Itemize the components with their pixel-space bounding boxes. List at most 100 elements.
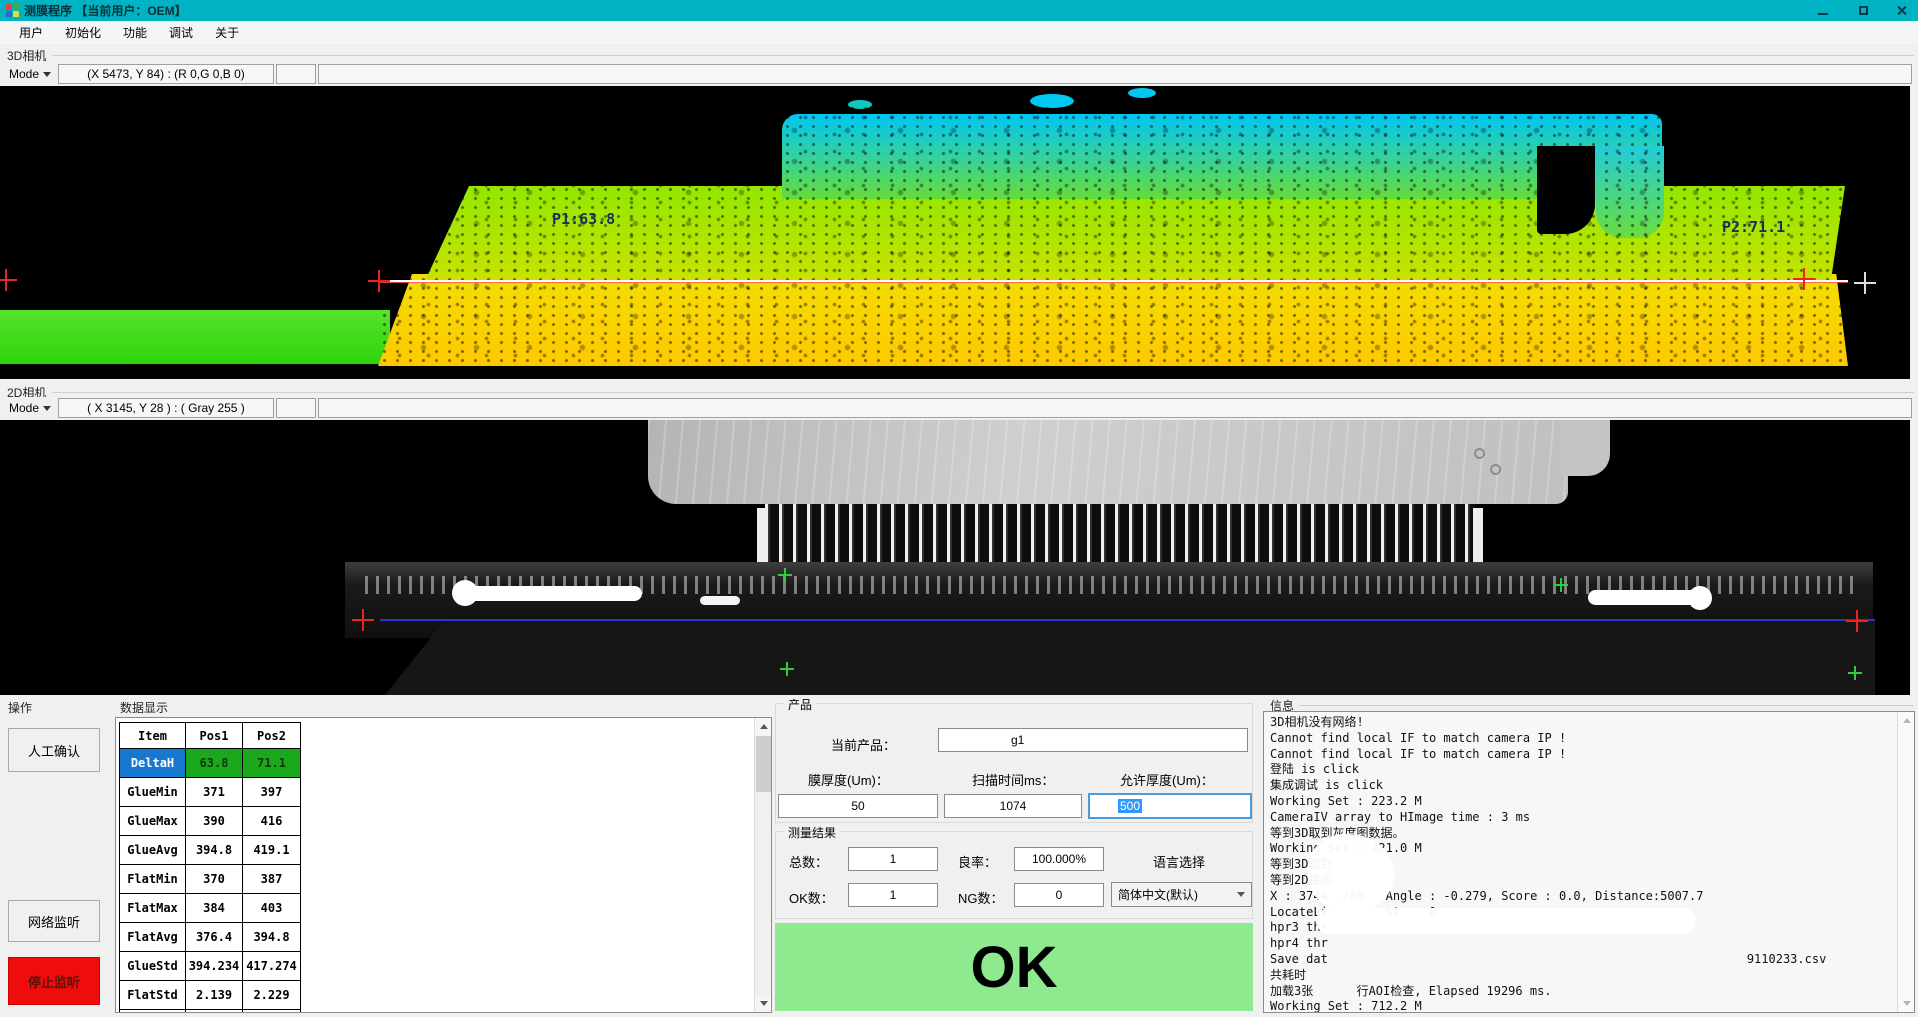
chevron-down-icon bbox=[43, 406, 51, 411]
application-window: 测膜程序 【当前用户：OEM】 用户 初始化 功能 调试 关于 3D相机 Mod… bbox=[0, 0, 1918, 1017]
scan-time-label: 扫描时间ms： bbox=[972, 770, 1054, 789]
green-cross-4 bbox=[1848, 666, 1862, 680]
scroll-up-icon[interactable] bbox=[755, 718, 772, 735]
menu-user[interactable]: 用户 bbox=[8, 21, 54, 44]
scan-time-input[interactable]: 1074 bbox=[944, 794, 1082, 818]
film-thickness-label: 膜厚度(Um)： bbox=[808, 770, 889, 789]
crosshair-2d-right bbox=[1846, 610, 1868, 632]
total-input[interactable]: 1 bbox=[848, 847, 938, 871]
table-header-row: Item Pos1 Pos2 bbox=[120, 723, 300, 749]
connector-end-right bbox=[1473, 508, 1483, 562]
menu-initialize[interactable]: 初始化 bbox=[54, 21, 112, 44]
chevron-down-icon bbox=[1237, 892, 1245, 897]
allow-thickness-label: 允许厚度(Um)： bbox=[1120, 770, 1214, 789]
profile-line bbox=[380, 280, 1848, 282]
pcb-hole-1 bbox=[1474, 448, 1485, 459]
minimize-button[interactable] bbox=[1808, 0, 1838, 21]
measurement-table: Item Pos1 Pos2 DeltaH 63.8 71.1 GlueMin … bbox=[119, 722, 301, 1013]
ok-count-label: OK数： bbox=[789, 888, 834, 907]
cam3d-mode-button[interactable]: Mode bbox=[6, 65, 54, 83]
redaction-smudge bbox=[1316, 908, 1696, 934]
redaction-smudge bbox=[1330, 860, 1390, 875]
ok-count-input[interactable]: 1 bbox=[848, 883, 938, 907]
heightmap-left-strip bbox=[0, 310, 390, 364]
data-display-scrollbar[interactable] bbox=[754, 718, 771, 1012]
bottom-panel: 操作 人工确认 网络监听 停止监听 数据显示 Item Pos1 Pos2 De… bbox=[0, 695, 1918, 1017]
cam2d-viewport[interactable] bbox=[0, 420, 1910, 695]
crosshair-right-edge bbox=[1854, 272, 1876, 294]
fixture-lower-body bbox=[385, 620, 1875, 695]
cam3d-pixel-readout: (X 5473, Y 84) : (R 0,G 0,B 0) bbox=[58, 64, 274, 84]
scroll-down-icon[interactable] bbox=[1898, 995, 1915, 1012]
language-dropdown-value: 简体中文(默认) bbox=[1118, 886, 1198, 903]
green-cross-1 bbox=[778, 568, 792, 582]
table-row[interactable]: FlatAvg 376.4 394.8 bbox=[120, 923, 300, 952]
operation-section-label: 操作 bbox=[8, 699, 32, 716]
info-group-line bbox=[1300, 705, 1914, 706]
pcb-board bbox=[648, 420, 1568, 504]
table-row[interactable]: GlueMax 390 416 bbox=[120, 807, 300, 836]
result-status-banner: OK bbox=[775, 923, 1253, 1011]
stop-listen-button[interactable]: 停止监听 bbox=[8, 957, 100, 1005]
p1-measure-label: P1:63.8 bbox=[552, 210, 615, 228]
product-group-label: 产品 bbox=[784, 696, 816, 713]
maximize-button[interactable] bbox=[1848, 0, 1878, 21]
menu-debug[interactable]: 调试 bbox=[158, 21, 204, 44]
table-row[interactable]: FlatMin 370 387 bbox=[120, 865, 300, 894]
col-pos2: Pos2 bbox=[243, 723, 300, 749]
data-display-list[interactable]: Item Pos1 Pos2 DeltaH 63.8 71.1 GlueMin … bbox=[115, 717, 772, 1013]
results-group: 测量结果 总数： 1 良率： 100.000% 语言选择 OK数： 1 NG数：… bbox=[775, 831, 1253, 919]
minimize-icon bbox=[1818, 13, 1828, 15]
ng-count-input[interactable]: 0 bbox=[1014, 883, 1104, 907]
info-log-scrollbar[interactable] bbox=[1897, 712, 1914, 1012]
table-row[interactable]: GlueAvg 394.8 419.1 bbox=[120, 836, 300, 865]
cam2d-mode-button[interactable]: Mode bbox=[6, 399, 54, 417]
heightmap-noise-overlay bbox=[378, 104, 1848, 364]
green-cross-3 bbox=[780, 662, 794, 676]
data-display-section-label: 数据显示 bbox=[120, 699, 168, 716]
table-row[interactable]: DeltaH 63.8 71.1 bbox=[120, 749, 300, 778]
table-row[interactable]: FlatStd 2.139 2.229 bbox=[120, 981, 300, 1010]
maximize-icon bbox=[1859, 6, 1868, 15]
close-button[interactable] bbox=[1886, 0, 1916, 21]
p2-measure-label: P2:71.1 bbox=[1722, 218, 1785, 236]
scroll-down-icon[interactable] bbox=[755, 995, 772, 1012]
pcb-hole-2 bbox=[1490, 464, 1501, 475]
scroll-up-icon[interactable] bbox=[1898, 712, 1915, 729]
current-product-input[interactable]: g1 bbox=[938, 728, 1248, 752]
glue-blob-small bbox=[700, 596, 740, 605]
app-icon bbox=[6, 4, 19, 17]
menu-bar: 用户 初始化 功能 调试 关于 bbox=[0, 21, 1918, 45]
current-product-label: 当前产品： bbox=[831, 735, 896, 754]
yield-input[interactable]: 100.000% bbox=[1014, 847, 1104, 871]
table-row[interactable]: FlatMax 384 403 bbox=[120, 894, 300, 923]
product-group: 产品 当前产品： g1 膜厚度(Um)： 扫描时间ms： 允许厚度(Um)： 5… bbox=[775, 703, 1253, 823]
cam2d-mode-box-2 bbox=[276, 398, 316, 418]
cam3d-viewport[interactable]: P1:63.8 P2:71.1 bbox=[0, 86, 1910, 379]
allow-thickness-input[interactable]: 500 bbox=[1088, 793, 1252, 819]
info-log[interactable]: 3D相机没有网络! Cannot find local IF to match … bbox=[1263, 711, 1915, 1013]
menu-function[interactable]: 功能 bbox=[112, 21, 158, 44]
network-listen-button[interactable]: 网络监听 bbox=[8, 900, 100, 942]
menu-about[interactable]: 关于 bbox=[204, 21, 250, 44]
language-dropdown[interactable]: 简体中文(默认) bbox=[1111, 882, 1252, 907]
cam3d-mode-box-2 bbox=[276, 64, 316, 84]
ng-count-label: NG数： bbox=[958, 888, 1004, 907]
manual-confirm-button[interactable]: 人工确认 bbox=[8, 728, 100, 772]
yield-label: 良率： bbox=[958, 852, 997, 871]
scrollbar-thumb[interactable] bbox=[756, 736, 771, 792]
crosshair-p2 bbox=[1793, 268, 1815, 290]
cam2d-pixel-readout: ( X 3145, Y 28 ) : ( Gray 255 ) bbox=[58, 398, 274, 418]
title-bar: 测膜程序 【当前用户：OEM】 bbox=[0, 0, 1918, 21]
language-select-label: 语言选择 bbox=[1153, 852, 1205, 871]
measure-line-blue bbox=[380, 619, 1875, 621]
table-row[interactable]: GlueStd 394.234 417.274 bbox=[120, 952, 300, 981]
crosshair-p1 bbox=[368, 270, 390, 292]
table-row[interactable]: GlueMin 371 397 bbox=[120, 778, 300, 807]
cam3d-mode-label: Mode bbox=[9, 67, 39, 81]
total-label: 总数： bbox=[789, 852, 828, 871]
film-thickness-input[interactable]: 50 bbox=[778, 794, 938, 818]
col-pos1: Pos1 bbox=[186, 723, 243, 749]
selected-text: 500 bbox=[1118, 799, 1142, 813]
table-row[interactable]: X 2583.5 7966.7 bbox=[120, 1010, 300, 1013]
